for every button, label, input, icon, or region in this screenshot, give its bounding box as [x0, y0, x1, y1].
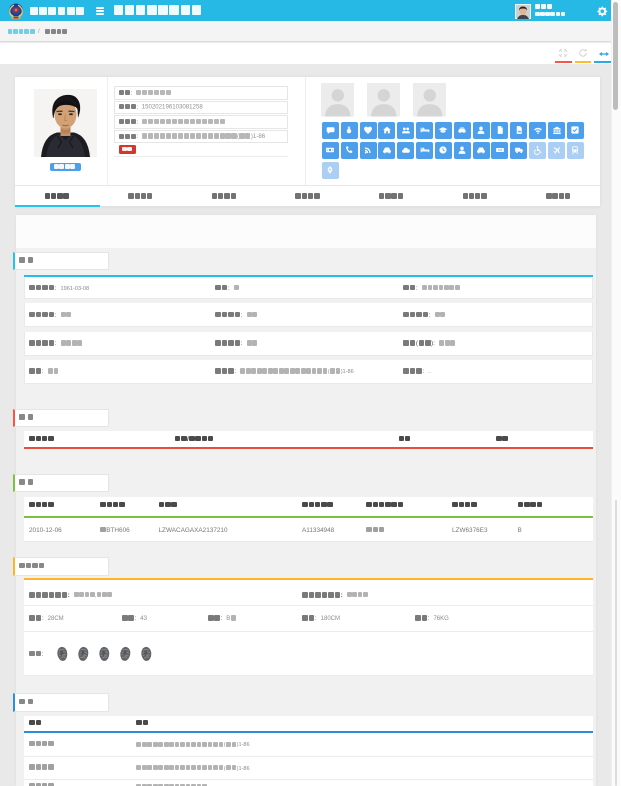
- svg-text:KM: KM: [498, 148, 503, 152]
